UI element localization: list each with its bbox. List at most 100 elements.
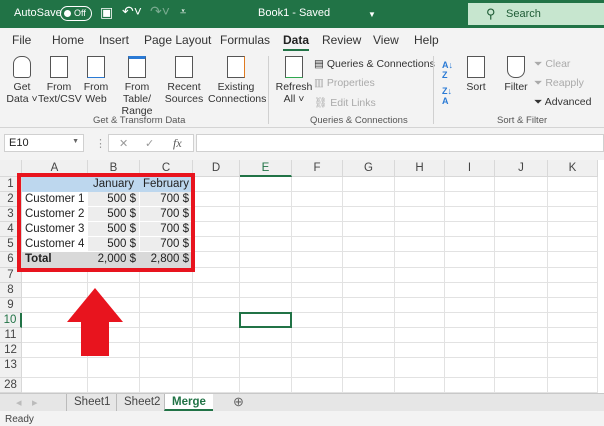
row-header-10[interactable]: 10 — [0, 313, 22, 328]
cell[interactable] — [140, 298, 193, 313]
cell[interactable] — [445, 192, 495, 207]
cell[interactable] — [292, 283, 343, 298]
cell[interactable] — [292, 343, 343, 358]
from-text-csv-button[interactable]: From Text/CSV — [38, 56, 82, 105]
enter-icon[interactable]: ✓ — [145, 137, 154, 150]
cell[interactable] — [240, 378, 292, 393]
column-header-H[interactable]: H — [395, 160, 445, 177]
cell[interactable] — [343, 268, 395, 283]
cell[interactable] — [395, 268, 445, 283]
insert-function-icon[interactable]: fx — [173, 136, 182, 151]
cell[interactable] — [343, 192, 395, 207]
row-header-12[interactable]: 12 — [0, 343, 22, 358]
cell[interactable] — [292, 313, 343, 328]
cell[interactable] — [495, 237, 548, 252]
cell[interactable] — [240, 283, 292, 298]
cell[interactable] — [548, 358, 598, 378]
cell[interactable] — [343, 358, 395, 378]
customize-qat-icon[interactable]: ⩡ — [180, 6, 186, 19]
cell[interactable] — [292, 237, 343, 252]
refresh-all-button[interactable]: Refresh All ˅ — [274, 56, 314, 105]
cell[interactable] — [445, 358, 495, 378]
sort-z-a-icon[interactable]: Z↓ A — [442, 86, 452, 106]
cell[interactable] — [395, 358, 445, 378]
cell[interactable] — [193, 268, 240, 283]
cell[interactable] — [395, 237, 445, 252]
cell[interactable] — [240, 192, 292, 207]
undo-icon[interactable]: ↶˅ — [122, 3, 142, 20]
cell[interactable] — [445, 378, 495, 393]
from-table-range-button[interactable]: From Table/Range — [112, 56, 162, 117]
cell[interactable] — [445, 252, 495, 268]
cell[interactable] — [495, 268, 548, 283]
cell[interactable] — [193, 328, 240, 343]
cell[interactable] — [395, 343, 445, 358]
name-box[interactable]: E10 ▼ — [4, 134, 84, 152]
cell[interactable] — [240, 177, 292, 192]
cell[interactable] — [395, 252, 445, 268]
cell[interactable] — [343, 237, 395, 252]
cell[interactable] — [445, 283, 495, 298]
cell[interactable] — [495, 177, 548, 192]
cell[interactable] — [343, 378, 395, 393]
cell[interactable] — [495, 328, 548, 343]
column-header-K[interactable]: K — [548, 160, 598, 177]
from-web-button[interactable]: From Web — [82, 56, 110, 105]
column-header-J[interactable]: J — [495, 160, 548, 177]
add-sheet-icon[interactable]: ⊕ — [233, 394, 244, 410]
cell[interactable] — [193, 343, 240, 358]
column-header-D[interactable]: D — [193, 160, 240, 177]
column-header-G[interactable]: G — [343, 160, 395, 177]
cell[interactable] — [292, 252, 343, 268]
cell[interactable] — [343, 207, 395, 222]
get-data-button[interactable]: Get Data ˅ — [6, 56, 38, 105]
search-box[interactable]: ⚲ Search — [468, 3, 604, 25]
row-header-8[interactable]: 8 — [0, 283, 22, 298]
cell[interactable] — [495, 192, 548, 207]
cell[interactable] — [292, 207, 343, 222]
cell[interactable] — [292, 192, 343, 207]
cell[interactable] — [548, 177, 598, 192]
queries-connections-button[interactable]: ▤ Queries & Connections — [314, 58, 435, 70]
cell[interactable] — [240, 222, 292, 237]
tab-formulas[interactable]: Formulas — [220, 33, 270, 47]
cell[interactable] — [193, 177, 240, 192]
cell[interactable] — [343, 313, 395, 328]
cell[interactable] — [193, 192, 240, 207]
cell[interactable] — [495, 252, 548, 268]
recent-sources-button[interactable]: Recent Sources — [164, 56, 204, 105]
cell[interactable] — [22, 378, 88, 393]
tab-home[interactable]: Home — [52, 33, 84, 47]
row-header-28[interactable]: 28 — [0, 378, 22, 393]
sort-button[interactable]: Sort — [462, 56, 490, 93]
scroll-right-icon[interactable]: ▸ — [32, 396, 38, 409]
cell[interactable] — [495, 358, 548, 378]
sheet-tab-merge[interactable]: Merge — [164, 394, 213, 411]
cell[interactable] — [395, 177, 445, 192]
cell[interactable] — [193, 207, 240, 222]
column-header-I[interactable]: I — [445, 160, 495, 177]
column-header-E[interactable]: E — [240, 160, 292, 177]
cell[interactable] — [395, 283, 445, 298]
row-header-11[interactable]: 11 — [0, 328, 22, 343]
cell[interactable] — [140, 378, 193, 393]
cell[interactable] — [240, 237, 292, 252]
cell[interactable] — [292, 378, 343, 393]
cell[interactable] — [240, 252, 292, 268]
cell[interactable] — [548, 268, 598, 283]
cell[interactable] — [193, 378, 240, 393]
clear-button[interactable]: ⏷ Clear — [534, 58, 570, 71]
row-header-9[interactable]: 9 — [0, 298, 22, 313]
cell[interactable] — [193, 252, 240, 268]
cell[interactable] — [395, 378, 445, 393]
cell[interactable] — [445, 177, 495, 192]
cell[interactable] — [343, 343, 395, 358]
cell[interactable] — [548, 378, 598, 393]
filter-button[interactable]: Filter — [502, 56, 530, 93]
cell[interactable] — [445, 237, 495, 252]
cell[interactable] — [140, 283, 193, 298]
cell[interactable] — [445, 207, 495, 222]
cell[interactable] — [240, 358, 292, 378]
cancel-icon[interactable]: ✕ — [119, 137, 128, 150]
chevron-down-icon[interactable]: ▼ — [368, 10, 376, 19]
